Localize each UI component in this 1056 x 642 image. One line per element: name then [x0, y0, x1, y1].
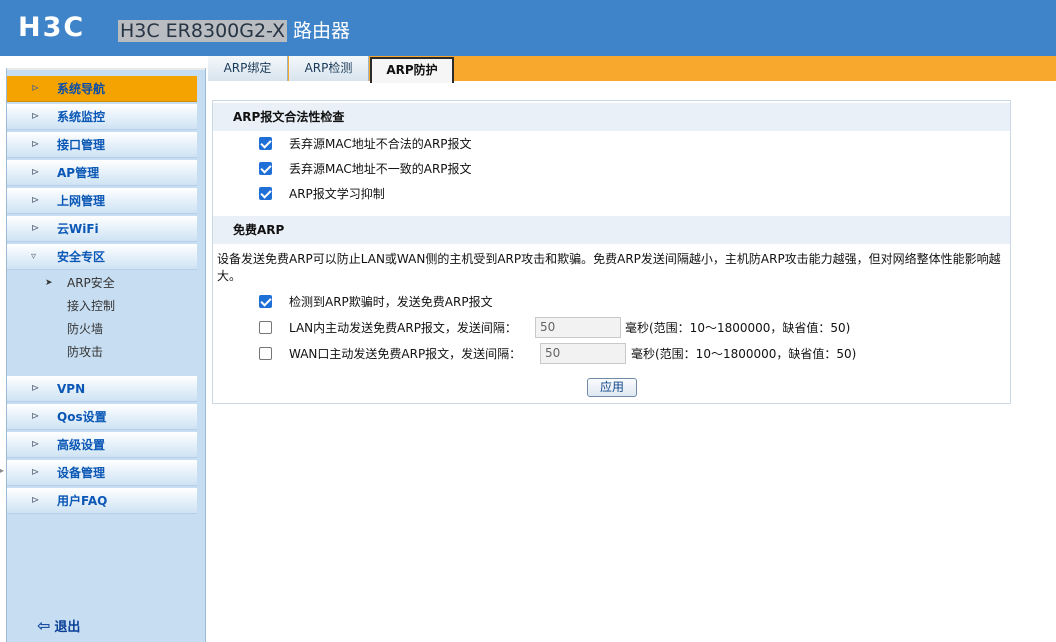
- sidebar-item-label: 安全专区: [57, 250, 106, 264]
- sidebar-item-label: 用户FAQ: [57, 494, 108, 508]
- sidebar-item-internet[interactable]: ⊳ 上网管理: [7, 188, 197, 214]
- arrow-right-icon: ⊳: [31, 195, 40, 206]
- arrow-right-icon: ⊳: [31, 223, 40, 234]
- lan-interval-unit: 毫秒(范围：10～1800000，缺省值：50): [625, 321, 851, 335]
- sidebar-item-label: 上网管理: [57, 194, 106, 208]
- sub-item-access-control[interactable]: 接入控制: [67, 295, 115, 317]
- sidebar-item-ap[interactable]: ⊳ AP管理: [7, 160, 197, 186]
- arrow-right-icon: ⊳: [31, 167, 40, 178]
- apply-button[interactable]: 应用: [587, 378, 637, 397]
- arrow-right-icon: ⊳: [31, 383, 40, 394]
- sub-item-arp-security[interactable]: ➤ ARP安全: [45, 272, 115, 294]
- sidebar-item-device[interactable]: ⊳ 设备管理: [7, 460, 197, 486]
- sidebar-item-label: 设备管理: [57, 466, 106, 480]
- header-bar: H3C H3C ER8300G2-X 路由器: [0, 0, 1056, 56]
- checkbox-checked[interactable]: [259, 137, 272, 150]
- sidebar-item-label: 高级设置: [57, 438, 106, 452]
- arp-protection-panel: ARP报文合法性检查 丢弃源MAC地址不合法的ARP报文 丢弃源MAC地址不一致…: [212, 100, 1011, 404]
- sidebar-item-label: 接口管理: [57, 138, 106, 152]
- sidebar: ⊳ 系统导航 ⊳ 系统监控 ⊳ 接口管理 ⊳ AP管理 ⊳ 上网管理 ⊳ 云Wi…: [6, 68, 206, 642]
- arrow-right-icon: ➤: [45, 278, 53, 288]
- sidebar-divider: [7, 68, 205, 70]
- sidebar-item-qos[interactable]: ⊳ Qos设置: [7, 404, 197, 430]
- sidebar-item-vpn[interactable]: ⊳ VPN: [7, 376, 197, 402]
- checkbox-checked[interactable]: [259, 187, 272, 200]
- sidebar-item-label: 系统监控: [57, 110, 106, 124]
- collapse-handle-icon[interactable]: ▸: [0, 466, 4, 475]
- sidebar-item-system-monitor[interactable]: ⊳ 系统监控: [7, 104, 197, 130]
- arrow-right-icon: ⊳: [31, 467, 40, 478]
- device-type: 路由器: [293, 20, 351, 42]
- sidebar-item-interface[interactable]: ⊳ 接口管理: [7, 132, 197, 158]
- arrow-right-icon: ⊳: [31, 495, 40, 506]
- sidebar-item-label: Qos设置: [57, 410, 107, 424]
- sidebar-item-label: 云WiFi: [57, 222, 99, 236]
- tab-arp-protection[interactable]: ARP防护: [370, 57, 454, 83]
- sidebar-item-label: 系统导航: [57, 82, 106, 96]
- logout-link[interactable]: ⇦ 退出: [37, 616, 80, 635]
- sub-item-firewall[interactable]: 防火墙: [67, 318, 103, 340]
- tab-arp-binding[interactable]: ARP绑定: [208, 56, 288, 81]
- sub-item-anti-attack[interactable]: 防攻击: [67, 341, 103, 363]
- h3c-logo: H3C: [18, 12, 86, 43]
- sidebar-item-system-nav[interactable]: ⊳ 系统导航: [7, 76, 197, 102]
- option-wan-send[interactable]: WAN口主动发送免费ARP报文，发送间隔： 50 毫秒(范围：10～180000…: [259, 343, 999, 365]
- arrow-right-icon: ⊳: [31, 111, 40, 122]
- arrow-right-icon: ⊳: [31, 439, 40, 450]
- device-title: H3C ER8300G2-X 路由器: [118, 18, 350, 44]
- checkbox-unchecked[interactable]: [259, 321, 272, 334]
- wan-interval-input[interactable]: 50: [540, 343, 626, 364]
- sidebar-item-label: VPN: [57, 382, 86, 396]
- tab-bar: ARP绑定 ARP检测 ARP防护: [208, 56, 1056, 83]
- sidebar-item-security[interactable]: ▿ 安全专区: [7, 244, 197, 270]
- arrow-right-icon: ⊳: [31, 83, 40, 94]
- checkbox-checked[interactable]: [259, 162, 272, 175]
- section-legality-title: ARP报文合法性检查: [213, 103, 1010, 131]
- checkbox-checked[interactable]: [259, 295, 272, 308]
- section-gratuitous-title: 免费ARP: [213, 216, 1010, 244]
- sidebar-item-label: AP管理: [57, 166, 100, 180]
- gratuitous-description: 设备发送免费ARP可以防止LAN或WAN侧的主机受到ARP攻击和欺骗。免费ARP…: [217, 252, 1001, 283]
- wan-interval-unit: 毫秒(范围：10～1800000，缺省值：50): [631, 347, 857, 361]
- lan-interval-input[interactable]: 50: [535, 317, 621, 338]
- arrow-right-icon: ⊳: [31, 139, 40, 150]
- sidebar-item-faq[interactable]: ⊳ 用户FAQ: [7, 488, 197, 514]
- tab-arp-detection[interactable]: ARP检测: [289, 56, 369, 81]
- arrow-right-icon: ⊳: [31, 411, 40, 422]
- sidebar-item-cloud-wifi[interactable]: ⊳ 云WiFi: [7, 216, 197, 242]
- option-lan-send[interactable]: LAN内主动发送免费ARP报文，发送间隔： 50 毫秒(范围：10～180000…: [259, 317, 999, 339]
- checkbox-unchecked[interactable]: [259, 347, 272, 360]
- logout-icon: ⇦: [37, 616, 51, 635]
- device-model: H3C ER8300G2-X: [118, 20, 287, 42]
- sidebar-item-advanced[interactable]: ⊳ 高级设置: [7, 432, 197, 458]
- arrow-down-icon: ▿: [31, 251, 37, 262]
